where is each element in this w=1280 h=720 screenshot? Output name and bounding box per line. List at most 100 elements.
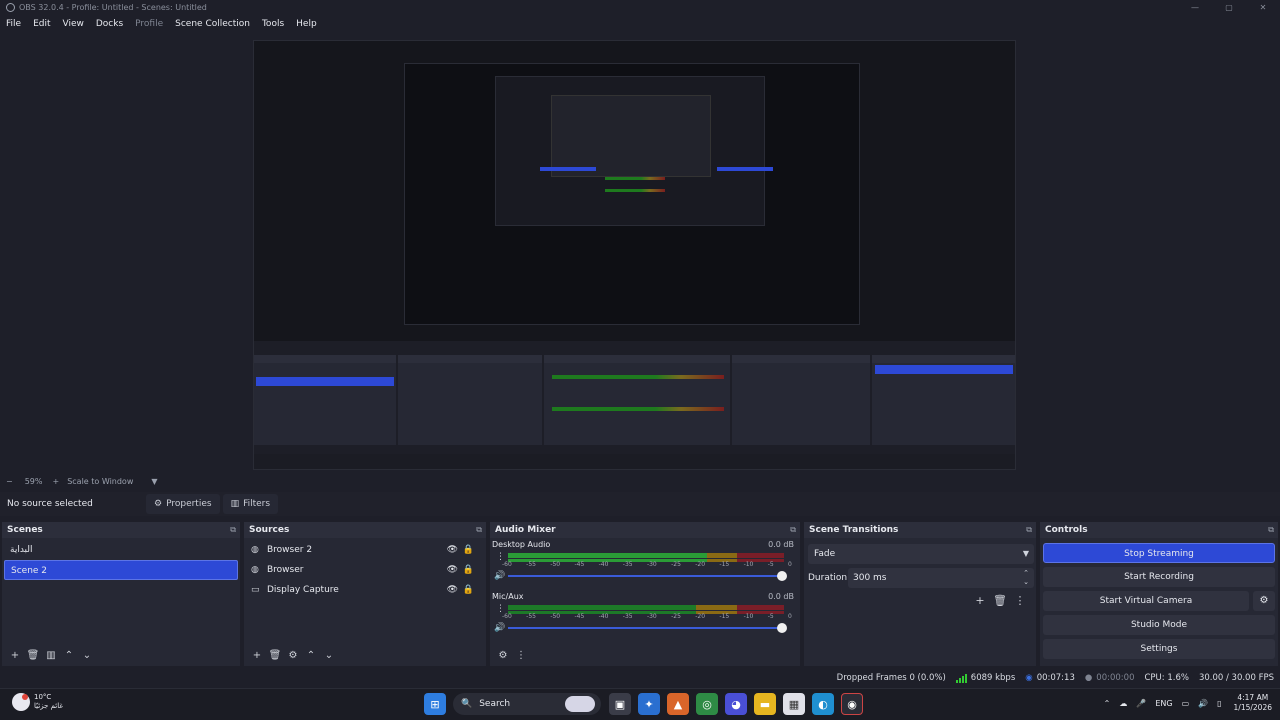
office-icon[interactable]: ▲ — [667, 693, 689, 715]
obs-taskbar-icon[interactable]: ◉ — [841, 693, 863, 715]
filters-button[interactable]: ▥ Filters — [222, 494, 279, 514]
taskbar-search[interactable]: 🔍 Search — [453, 693, 601, 715]
volume-icon[interactable]: 🔊 — [1198, 699, 1208, 708]
add-transition-icon[interactable]: + — [970, 592, 990, 610]
stop-streaming-button[interactable]: Stop Streaming — [1043, 543, 1275, 563]
scale-mode-label[interactable]: Scale to Window — [67, 477, 133, 486]
microphone-icon[interactable]: 🎤 — [1136, 699, 1146, 708]
scene-item-active[interactable]: Scene 2 — [4, 560, 238, 580]
volume-slider[interactable] — [508, 623, 787, 633]
visibility-icon[interactable]: 👁 — [447, 565, 458, 575]
chevron-down-icon: ▼ — [1022, 549, 1029, 558]
meter-tick-label: -45 — [574, 561, 585, 568]
edge-icon[interactable]: ◐ — [812, 693, 834, 715]
lock-icon[interactable]: 🔒 — [463, 585, 474, 595]
meter-tick-label: -50 — [550, 613, 561, 620]
record-time: 00:00:00 — [1096, 673, 1135, 683]
nested-panel-head — [732, 355, 870, 363]
menu-scene-collection[interactable]: Scene Collection — [169, 19, 256, 29]
move-down-icon[interactable]: ⌄ — [78, 650, 96, 661]
sources-list: ◍ Browser 2 👁 🔒 ◍ Browser 👁 🔒 ▭ Display … — [244, 540, 486, 644]
chevron-up-icon[interactable]: ⌃ — [1104, 699, 1111, 708]
spinner-icon[interactable]: ⌃ ⌄ — [1023, 569, 1029, 587]
preview-display-capture[interactable] — [253, 40, 1016, 470]
virtual-camera-settings-icon[interactable]: ⚙ — [1253, 591, 1275, 611]
menu-tools[interactable]: Tools — [256, 19, 290, 29]
undock-icon[interactable]: ⧉ — [790, 525, 796, 535]
mixer-menu-icon[interactable]: ⋮ — [512, 650, 530, 661]
menu-edit[interactable]: Edit — [27, 19, 56, 29]
nested-meter — [552, 407, 724, 411]
title-bar: OBS 32.0.4 - Profile: Untitled - Scenes:… — [0, 0, 1280, 14]
menu-docks[interactable]: Docks — [90, 19, 129, 29]
duration-field[interactable]: 300 ms ⌃ ⌄ — [848, 568, 1034, 588]
add-scene-icon[interactable]: + — [6, 650, 24, 661]
advanced-audio-icon[interactable]: ⚙ — [494, 650, 512, 661]
volume-meter — [508, 605, 784, 610]
discord-icon[interactable]: ◕ — [725, 693, 747, 715]
move-up-icon[interactable]: ⌃ — [60, 650, 78, 661]
preview-area[interactable] — [0, 33, 1280, 473]
remove-transition-icon[interactable]: 🗑 — [990, 592, 1010, 610]
battery-icon[interactable]: ▯ — [1217, 699, 1221, 708]
maximize-button[interactable]: ▢ — [1212, 0, 1246, 14]
copilot-icon[interactable]: ✦ — [638, 693, 660, 715]
start-icon[interactable]: ⊞ — [424, 693, 446, 715]
start-virtual-camera-button[interactable]: Start Virtual Camera — [1043, 591, 1249, 611]
source-properties-icon[interactable]: ⚙ — [284, 650, 302, 661]
scene-filters-icon[interactable]: ▥ — [42, 650, 60, 661]
visibility-icon[interactable]: 👁 — [447, 585, 458, 595]
file-explorer-icon[interactable]: ▬ — [754, 693, 776, 715]
filter-icon: ▥ — [230, 499, 240, 509]
undock-icon[interactable]: ⧉ — [230, 525, 236, 535]
undock-icon[interactable]: ⧉ — [476, 525, 482, 535]
remove-source-icon[interactable]: 🗑 — [266, 650, 284, 661]
source-item[interactable]: ◍ Browser 👁 🔒 — [244, 560, 486, 580]
properties-button[interactable]: ⚙ Properties — [146, 494, 220, 514]
undock-icon[interactable]: ⧉ — [1268, 525, 1274, 535]
network-icon[interactable]: ☁ — [1119, 699, 1127, 708]
nested-panel-head — [254, 355, 396, 363]
menu-view[interactable]: View — [57, 19, 90, 29]
language-indicator[interactable]: ENG — [1155, 699, 1172, 708]
zoom-out-button[interactable]: − — [6, 477, 13, 486]
display-icon[interactable]: ▭ — [1182, 699, 1190, 708]
volume-slider[interactable] — [508, 571, 787, 581]
menu-file[interactable]: File — [0, 19, 27, 29]
slider-knob[interactable] — [777, 571, 787, 581]
weather-widget[interactable]: 10°C غائم جزئيًا — [12, 693, 63, 711]
lock-icon[interactable]: 🔒 — [463, 545, 474, 555]
nested-controls-panel — [872, 355, 1015, 445]
add-source-icon[interactable]: + — [248, 650, 266, 661]
slider-knob[interactable] — [777, 623, 787, 633]
minimize-button[interactable]: — — [1178, 0, 1212, 14]
chrome-icon[interactable]: ◎ — [696, 693, 718, 715]
undock-icon[interactable]: ⧉ — [1026, 525, 1032, 535]
speaker-icon[interactable]: 🔊 — [494, 571, 505, 581]
lock-icon[interactable]: 🔒 — [463, 565, 474, 575]
scene-item[interactable]: البداية — [4, 540, 238, 560]
move-up-icon[interactable]: ⌃ — [302, 650, 320, 661]
close-button[interactable]: ✕ — [1246, 0, 1280, 14]
clock-time: 4:17 AM — [1237, 693, 1269, 702]
transition-menu-icon[interactable]: ⋮ — [1010, 592, 1030, 610]
task-view-icon[interactable]: ▣ — [609, 693, 631, 715]
start-recording-button[interactable]: Start Recording — [1043, 567, 1275, 587]
remove-scene-icon[interactable]: 🗑 — [24, 650, 42, 661]
studio-mode-button[interactable]: Studio Mode — [1043, 615, 1275, 635]
source-item[interactable]: ◍ Browser 2 👁 🔒 — [244, 540, 486, 560]
scale-mode-dropdown-icon[interactable]: ▼ — [151, 477, 157, 486]
source-item[interactable]: ▭ Display Capture 👁 🔒 — [244, 580, 486, 600]
clock[interactable]: 4:17 AM 1/15/2026 — [1234, 693, 1272, 713]
visibility-icon[interactable]: 👁 — [447, 545, 458, 555]
menu-help[interactable]: Help — [290, 19, 323, 29]
speaker-icon[interactable]: 🔊 — [494, 623, 505, 633]
zoom-in-button[interactable]: + — [52, 477, 59, 486]
transition-select[interactable]: Fade ▼ — [808, 544, 1034, 564]
settings-button[interactable]: Settings — [1043, 639, 1275, 659]
meter-tick-label: -15 — [719, 613, 730, 620]
move-down-icon[interactable]: ⌄ — [320, 650, 338, 661]
search-label: Search — [479, 699, 511, 709]
store-icon[interactable]: ▦ — [783, 693, 805, 715]
gear-icon: ⚙ — [154, 499, 163, 509]
